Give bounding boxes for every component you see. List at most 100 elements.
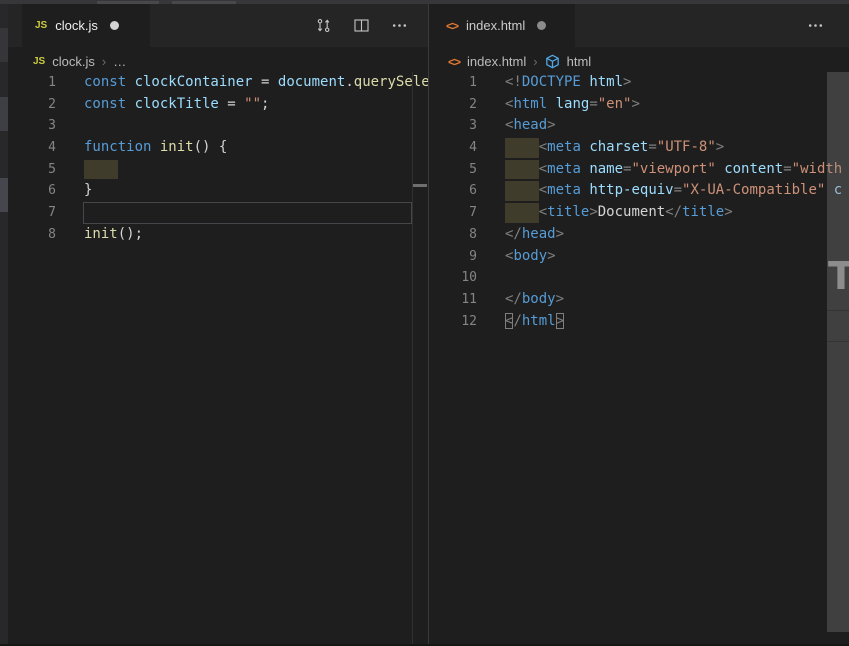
line-number[interactable]: 12 (429, 311, 477, 333)
more-actions-icon[interactable] (391, 17, 408, 34)
line-number[interactable]: 6 (8, 180, 56, 202)
tab-label: index.html (466, 18, 525, 33)
strip-seam (827, 310, 849, 311)
code-line[interactable]: 4function init() { (8, 137, 428, 159)
line-number[interactable]: 4 (8, 137, 56, 159)
code-token: init (84, 226, 118, 242)
code-line[interactable]: 9<body> (429, 246, 849, 268)
tab-bar-left: JS clock.js (8, 4, 428, 47)
line-number[interactable]: 7 (429, 202, 477, 224)
breadcrumb-symbol[interactable]: html (567, 54, 592, 69)
code-token: (); (118, 226, 143, 242)
code-token (547, 96, 555, 112)
line-number[interactable]: 5 (8, 159, 56, 181)
code-token: < (539, 204, 547, 220)
breadcrumb-symbol[interactable]: … (113, 54, 126, 69)
indent-highlight (505, 181, 539, 201)
symbol-cube-icon (545, 54, 560, 69)
code-token: } (84, 182, 92, 198)
line-number[interactable]: 3 (429, 115, 477, 137)
code-token: > (724, 204, 732, 220)
modified-indicator[interactable] (537, 21, 546, 30)
line-number[interactable]: 11 (429, 289, 477, 311)
compare-changes-icon[interactable] (315, 17, 332, 34)
code-line[interactable]: 3<head> (429, 115, 849, 137)
code-token: Document (598, 204, 665, 220)
code-token: = (674, 182, 682, 198)
activity-icon-fragment (0, 178, 8, 212)
line-number[interactable]: 7 (8, 202, 56, 224)
code-line[interactable]: 7 (8, 202, 428, 224)
line-number[interactable]: 1 (429, 72, 477, 94)
code-line[interactable]: 2<html lang="en"> (429, 94, 849, 116)
code-line[interactable]: 8</head> (429, 224, 849, 246)
breadcrumb-separator: › (533, 54, 537, 69)
line-number[interactable]: 9 (429, 246, 477, 268)
modified-indicator[interactable] (110, 21, 119, 30)
line-number[interactable]: 10 (429, 267, 477, 289)
code-token: meta (547, 139, 581, 155)
code-token: "UTF-8" (657, 139, 716, 155)
breadcrumb-separator: › (102, 54, 106, 69)
editor-group-left: JS clock.js (8, 4, 428, 646)
line-number[interactable]: 3 (8, 115, 56, 137)
editor-group-divider[interactable] (428, 4, 429, 646)
overview-ruler-cursor-marker (413, 184, 427, 187)
line-number[interactable]: 8 (429, 224, 477, 246)
code-line[interactable]: 6} (8, 180, 428, 202)
code-token: > (623, 74, 631, 90)
line-number[interactable]: 5 (429, 159, 477, 181)
indent-highlight (505, 160, 539, 180)
code-token: http-equiv (589, 182, 673, 198)
code-token: > (556, 313, 564, 329)
line-number[interactable]: 8 (8, 224, 56, 246)
code-area-index-html[interactable]: 1<!DOCTYPE html>2<html lang="en">3<head>… (429, 72, 849, 332)
line-number[interactable]: 6 (429, 180, 477, 202)
code-token: const (84, 96, 135, 112)
line-number[interactable]: 1 (8, 72, 56, 94)
code-line[interactable]: 10 (429, 267, 849, 289)
code-line[interactable]: 5 <meta name="viewport" content="width (429, 159, 849, 181)
code-token: = (219, 96, 244, 112)
code-line[interactable]: 1<!DOCTYPE html> (429, 72, 849, 94)
code-token: <! (505, 74, 522, 90)
scrollbar-strip[interactable] (827, 72, 849, 632)
current-line-border (83, 202, 412, 224)
line-number[interactable]: 2 (429, 94, 477, 116)
code-token: head (513, 117, 547, 133)
code-line[interactable]: 1const clockContainer = document.querySe… (8, 72, 428, 94)
code-line[interactable]: 4 <meta charset="UTF-8"> (429, 137, 849, 159)
code-line[interactable]: 12</html> (429, 311, 849, 333)
split-editor-icon[interactable] (353, 17, 370, 34)
code-token: < (539, 182, 547, 198)
code-token: > (547, 248, 555, 264)
code-line[interactable]: 8 init(); (8, 224, 428, 246)
code-line[interactable]: 6 <meta http-equiv="X-UA-Compatible" c (429, 180, 849, 202)
code-line[interactable]: 2const clockTitle = ""; (8, 94, 428, 116)
code-line[interactable]: 5 (8, 159, 428, 181)
line-number[interactable]: 2 (8, 94, 56, 116)
code-token: > (716, 139, 724, 155)
js-file-icon: JS (35, 20, 47, 31)
activity-icon-fragment (0, 97, 8, 131)
breadcrumb-file[interactable]: clock.js (52, 54, 95, 69)
html-file-icon: <> (446, 19, 458, 33)
activity-icon-fragment (0, 28, 8, 62)
more-actions-icon[interactable] (807, 17, 824, 34)
code-token: / (513, 313, 521, 329)
breadcrumb-file[interactable]: index.html (467, 54, 526, 69)
line-number[interactable]: 4 (429, 137, 477, 159)
code-line[interactable]: 3 (8, 115, 428, 137)
code-token: () { (194, 139, 228, 155)
editor-actions-right (807, 4, 824, 47)
code-token: "viewport" (631, 161, 715, 177)
strip-seam (827, 341, 849, 342)
titlebar-mark (172, 1, 236, 4)
code-line[interactable]: 7 <title>Document</title> (429, 202, 849, 224)
code-token: </ (505, 291, 522, 307)
code-line[interactable]: 11</body> (429, 289, 849, 311)
code-area-clock-js[interactable]: 1const clockContainer = document.querySe… (8, 72, 428, 246)
tab-clock-js[interactable]: JS clock.js (22, 4, 150, 47)
editor-actions-left (315, 4, 408, 47)
tab-index-html[interactable]: <> index.html (429, 4, 575, 47)
